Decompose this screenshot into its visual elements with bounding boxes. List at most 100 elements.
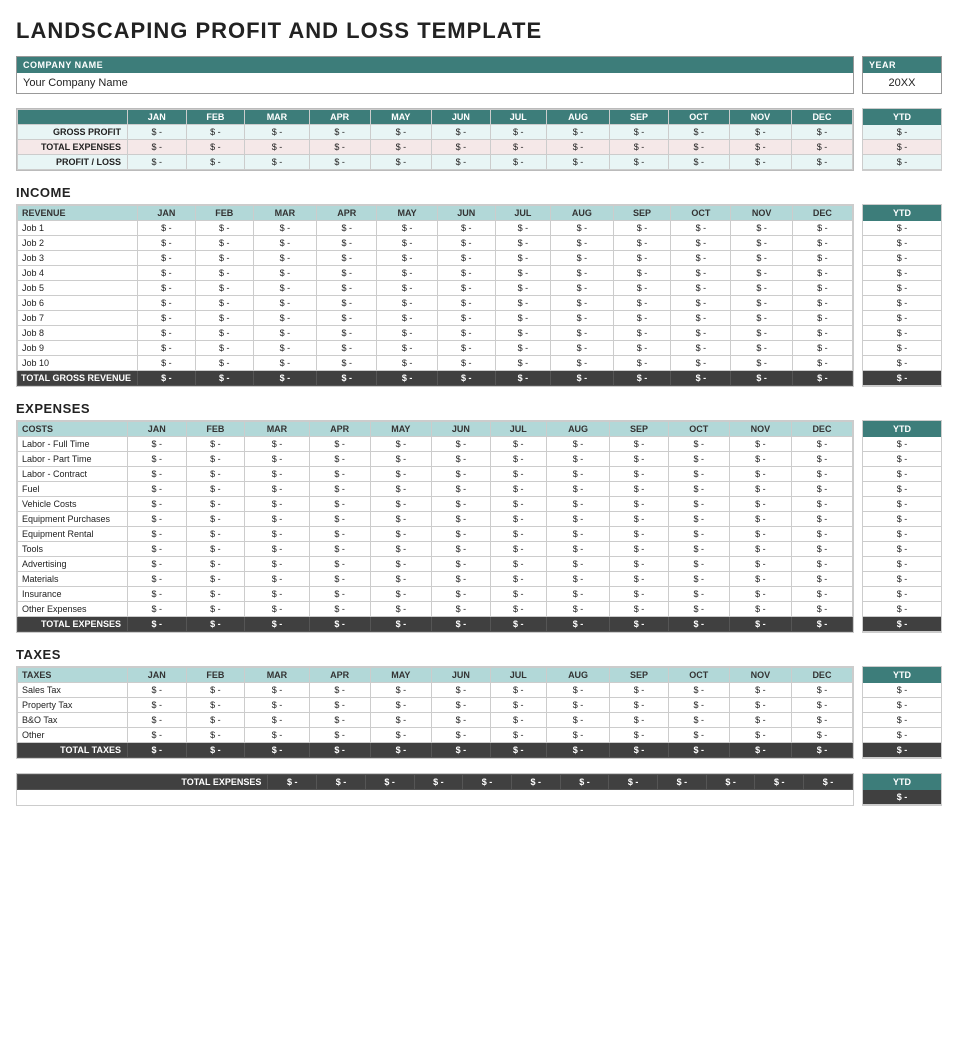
expenses-section-title: EXPENSES	[16, 401, 942, 416]
company-year-row: COMPANY NAME Your Company Name YEAR 20XX	[16, 56, 942, 94]
summary-ytd-cell: $ -	[863, 140, 941, 155]
taxes-ytd-cell: $ -	[863, 713, 941, 728]
bottom-total-table: TOTAL EXPENSES$ -$ -$ -$ -$ -$ -$ -$ -$ …	[17, 774, 853, 790]
income-ytd-total-cell: $ -	[863, 371, 941, 386]
expenses-ytd-cell: $ -	[863, 467, 941, 482]
expenses-ytd-total-cell: $ -	[863, 617, 941, 632]
taxes-ytd-cell: $ -	[863, 728, 941, 743]
income-ytd-cell: $ -	[863, 326, 941, 341]
income-table-container: REVENUEJANFEBMARAPRMAYJUNJULAUGSEPOCTNOV…	[16, 204, 854, 387]
income-ytd-cell: $ -	[863, 356, 941, 371]
expenses-ytd: YTD $ -$ -$ -$ -$ -$ -$ -$ -$ -$ -$ -$ -…	[862, 420, 942, 633]
taxes-row: Other$ -$ -$ -$ -$ -$ -$ -$ -$ -$ -$ -$ …	[18, 728, 853, 743]
summary-ytd-cell: $ -	[863, 155, 941, 170]
expenses-ytd-cell: $ -	[863, 452, 941, 467]
company-box: COMPANY NAME Your Company Name	[16, 56, 854, 94]
company-value[interactable]: Your Company Name	[17, 73, 853, 93]
expenses-table: COSTSJANFEBMARAPRMAYJUNJULAUGSEPOCTNOVDE…	[17, 421, 853, 632]
taxes-ytd-total-cell: $ -	[863, 743, 941, 758]
company-header: COMPANY NAME	[17, 57, 853, 73]
taxes-ytd: YTD $ -$ -$ -$ -$ -	[862, 666, 942, 759]
taxes-row: Sales Tax$ -$ -$ -$ -$ -$ -$ -$ -$ -$ -$…	[18, 683, 853, 698]
taxes-row: Property Tax$ -$ -$ -$ -$ -$ -$ -$ -$ -$…	[18, 698, 853, 713]
expenses-row: Insurance$ -$ -$ -$ -$ -$ -$ -$ -$ -$ -$…	[18, 587, 853, 602]
income-row: Job 1$ -$ -$ -$ -$ -$ -$ -$ -$ -$ -$ -$ …	[18, 221, 853, 236]
income-section: REVENUEJANFEBMARAPRMAYJUNJULAUGSEPOCTNOV…	[16, 204, 942, 387]
expenses-total-row: TOTAL EXPENSES$ -$ -$ -$ -$ -$ -$ -$ -$ …	[18, 617, 853, 632]
income-ytd-cell: $ -	[863, 296, 941, 311]
expenses-ytd-cell: $ -	[863, 527, 941, 542]
income-row: Job 7$ -$ -$ -$ -$ -$ -$ -$ -$ -$ -$ -$ …	[18, 311, 853, 326]
expenses-ytd-cell: $ -	[863, 587, 941, 602]
income-ytd-cell: $ -	[863, 281, 941, 296]
income-row: Job 6$ -$ -$ -$ -$ -$ -$ -$ -$ -$ -$ -$ …	[18, 296, 853, 311]
income-ytd-cell: $ -	[863, 236, 941, 251]
income-ytd-cell: $ -	[863, 341, 941, 356]
bottom-total-section: TOTAL EXPENSES$ -$ -$ -$ -$ -$ -$ -$ -$ …	[16, 773, 942, 806]
expenses-row: Materials$ -$ -$ -$ -$ -$ -$ -$ -$ -$ -$…	[18, 572, 853, 587]
income-row: Job 4$ -$ -$ -$ -$ -$ -$ -$ -$ -$ -$ -$ …	[18, 266, 853, 281]
income-ytd-cell: $ -	[863, 266, 941, 281]
expenses-ytd-cell: $ -	[863, 482, 941, 497]
taxes-ytd-cells: $ -$ -$ -$ -$ -	[863, 683, 941, 758]
income-table: REVENUEJANFEBMARAPRMAYJUNJULAUGSEPOCTNOV…	[17, 205, 853, 386]
summary-table: JANFEBMARAPRMAYJUNJULAUGSEPOCTNOVDEC GRO…	[17, 109, 853, 170]
summary-section: JANFEBMARAPRMAYJUNJULAUGSEPOCTNOVDEC GRO…	[16, 108, 942, 171]
income-total-row: TOTAL GROSS REVENUE$ -$ -$ -$ -$ -$ -$ -…	[18, 371, 853, 386]
bottom-total-ytd-header: YTD	[863, 774, 941, 790]
summary-table-container: JANFEBMARAPRMAYJUNJULAUGSEPOCTNOVDEC GRO…	[16, 108, 854, 171]
taxes-section: TAXESJANFEBMARAPRMAYJUNJULAUGSEPOCTNOVDE…	[16, 666, 942, 759]
income-ytd-cells: $ -$ -$ -$ -$ -$ -$ -$ -$ -$ -$ -	[863, 221, 941, 386]
income-ytd-cell: $ -	[863, 221, 941, 236]
income-row: Job 2$ -$ -$ -$ -$ -$ -$ -$ -$ -$ -$ -$ …	[18, 236, 853, 251]
expenses-ytd-cell: $ -	[863, 512, 941, 527]
taxes-ytd-cell: $ -	[863, 698, 941, 713]
income-row: Job 3$ -$ -$ -$ -$ -$ -$ -$ -$ -$ -$ -$ …	[18, 251, 853, 266]
summary-row: TOTAL EXPENSES$ -$ -$ -$ -$ -$ -$ -$ -$ …	[18, 140, 853, 155]
taxes-table-container: TAXESJANFEBMARAPRMAYJUNJULAUGSEPOCTNOVDE…	[16, 666, 854, 759]
bottom-total-ytd-cell: $ -	[863, 790, 941, 805]
expenses-ytd-cell: $ -	[863, 572, 941, 587]
summary-row: GROSS PROFIT$ -$ -$ -$ -$ -$ -$ -$ -$ -$…	[18, 125, 853, 140]
expenses-row: Labor - Part Time$ -$ -$ -$ -$ -$ -$ -$ …	[18, 452, 853, 467]
expenses-ytd-header: YTD	[863, 421, 941, 437]
year-box: YEAR 20XX	[862, 56, 942, 94]
expenses-row: Equipment Rental$ -$ -$ -$ -$ -$ -$ -$ -…	[18, 527, 853, 542]
page-title: LANDSCAPING PROFIT AND LOSS TEMPLATE	[16, 18, 942, 44]
bottom-total-ytd-cells: $ -	[863, 790, 941, 805]
expenses-row: Other Expenses$ -$ -$ -$ -$ -$ -$ -$ -$ …	[18, 602, 853, 617]
expenses-ytd-cells: $ -$ -$ -$ -$ -$ -$ -$ -$ -$ -$ -$ -$ -	[863, 437, 941, 632]
expenses-ytd-cell: $ -	[863, 437, 941, 452]
expenses-row: Vehicle Costs$ -$ -$ -$ -$ -$ -$ -$ -$ -…	[18, 497, 853, 512]
summary-row: PROFIT / LOSS$ -$ -$ -$ -$ -$ -$ -$ -$ -…	[18, 155, 853, 170]
bottom-total-container: TOTAL EXPENSES$ -$ -$ -$ -$ -$ -$ -$ -$ …	[16, 773, 854, 806]
summary-ytd-cells: $ -$ -$ -	[863, 125, 941, 170]
summary-ytd-header: YTD	[863, 109, 941, 125]
year-header: YEAR	[863, 57, 941, 73]
income-row: Job 10$ -$ -$ -$ -$ -$ -$ -$ -$ -$ -$ -$…	[18, 356, 853, 371]
expenses-row: Equipment Purchases$ -$ -$ -$ -$ -$ -$ -…	[18, 512, 853, 527]
expenses-section: COSTSJANFEBMARAPRMAYJUNJULAUGSEPOCTNOVDE…	[16, 420, 942, 633]
expenses-ytd-cell: $ -	[863, 542, 941, 557]
income-row: Job 5$ -$ -$ -$ -$ -$ -$ -$ -$ -$ -$ -$ …	[18, 281, 853, 296]
expenses-ytd-cell: $ -	[863, 497, 941, 512]
income-row: Job 8$ -$ -$ -$ -$ -$ -$ -$ -$ -$ -$ -$ …	[18, 326, 853, 341]
expenses-ytd-cell: $ -	[863, 557, 941, 572]
income-ytd: YTD $ -$ -$ -$ -$ -$ -$ -$ -$ -$ -$ -	[862, 204, 942, 387]
expenses-row: Tools$ -$ -$ -$ -$ -$ -$ -$ -$ -$ -$ -$ …	[18, 542, 853, 557]
expenses-row: Labor - Contract$ -$ -$ -$ -$ -$ -$ -$ -…	[18, 467, 853, 482]
taxes-table: TAXESJANFEBMARAPRMAYJUNJULAUGSEPOCTNOVDE…	[17, 667, 853, 758]
income-ytd-header: YTD	[863, 205, 941, 221]
summary-ytd: YTD $ -$ -$ -	[862, 108, 942, 171]
bottom-total-ytd: YTD $ -	[862, 773, 942, 806]
year-value[interactable]: 20XX	[863, 73, 941, 93]
income-row: Job 9$ -$ -$ -$ -$ -$ -$ -$ -$ -$ -$ -$ …	[18, 341, 853, 356]
income-section-title: INCOME	[16, 185, 942, 200]
taxes-ytd-cell: $ -	[863, 683, 941, 698]
income-ytd-cell: $ -	[863, 311, 941, 326]
expenses-row: Fuel$ -$ -$ -$ -$ -$ -$ -$ -$ -$ -$ -$ -	[18, 482, 853, 497]
income-ytd-cell: $ -	[863, 251, 941, 266]
taxes-total-row: TOTAL TAXES$ -$ -$ -$ -$ -$ -$ -$ -$ -$ …	[18, 743, 853, 758]
taxes-ytd-header: YTD	[863, 667, 941, 683]
expenses-row: Labor - Full Time$ -$ -$ -$ -$ -$ -$ -$ …	[18, 437, 853, 452]
